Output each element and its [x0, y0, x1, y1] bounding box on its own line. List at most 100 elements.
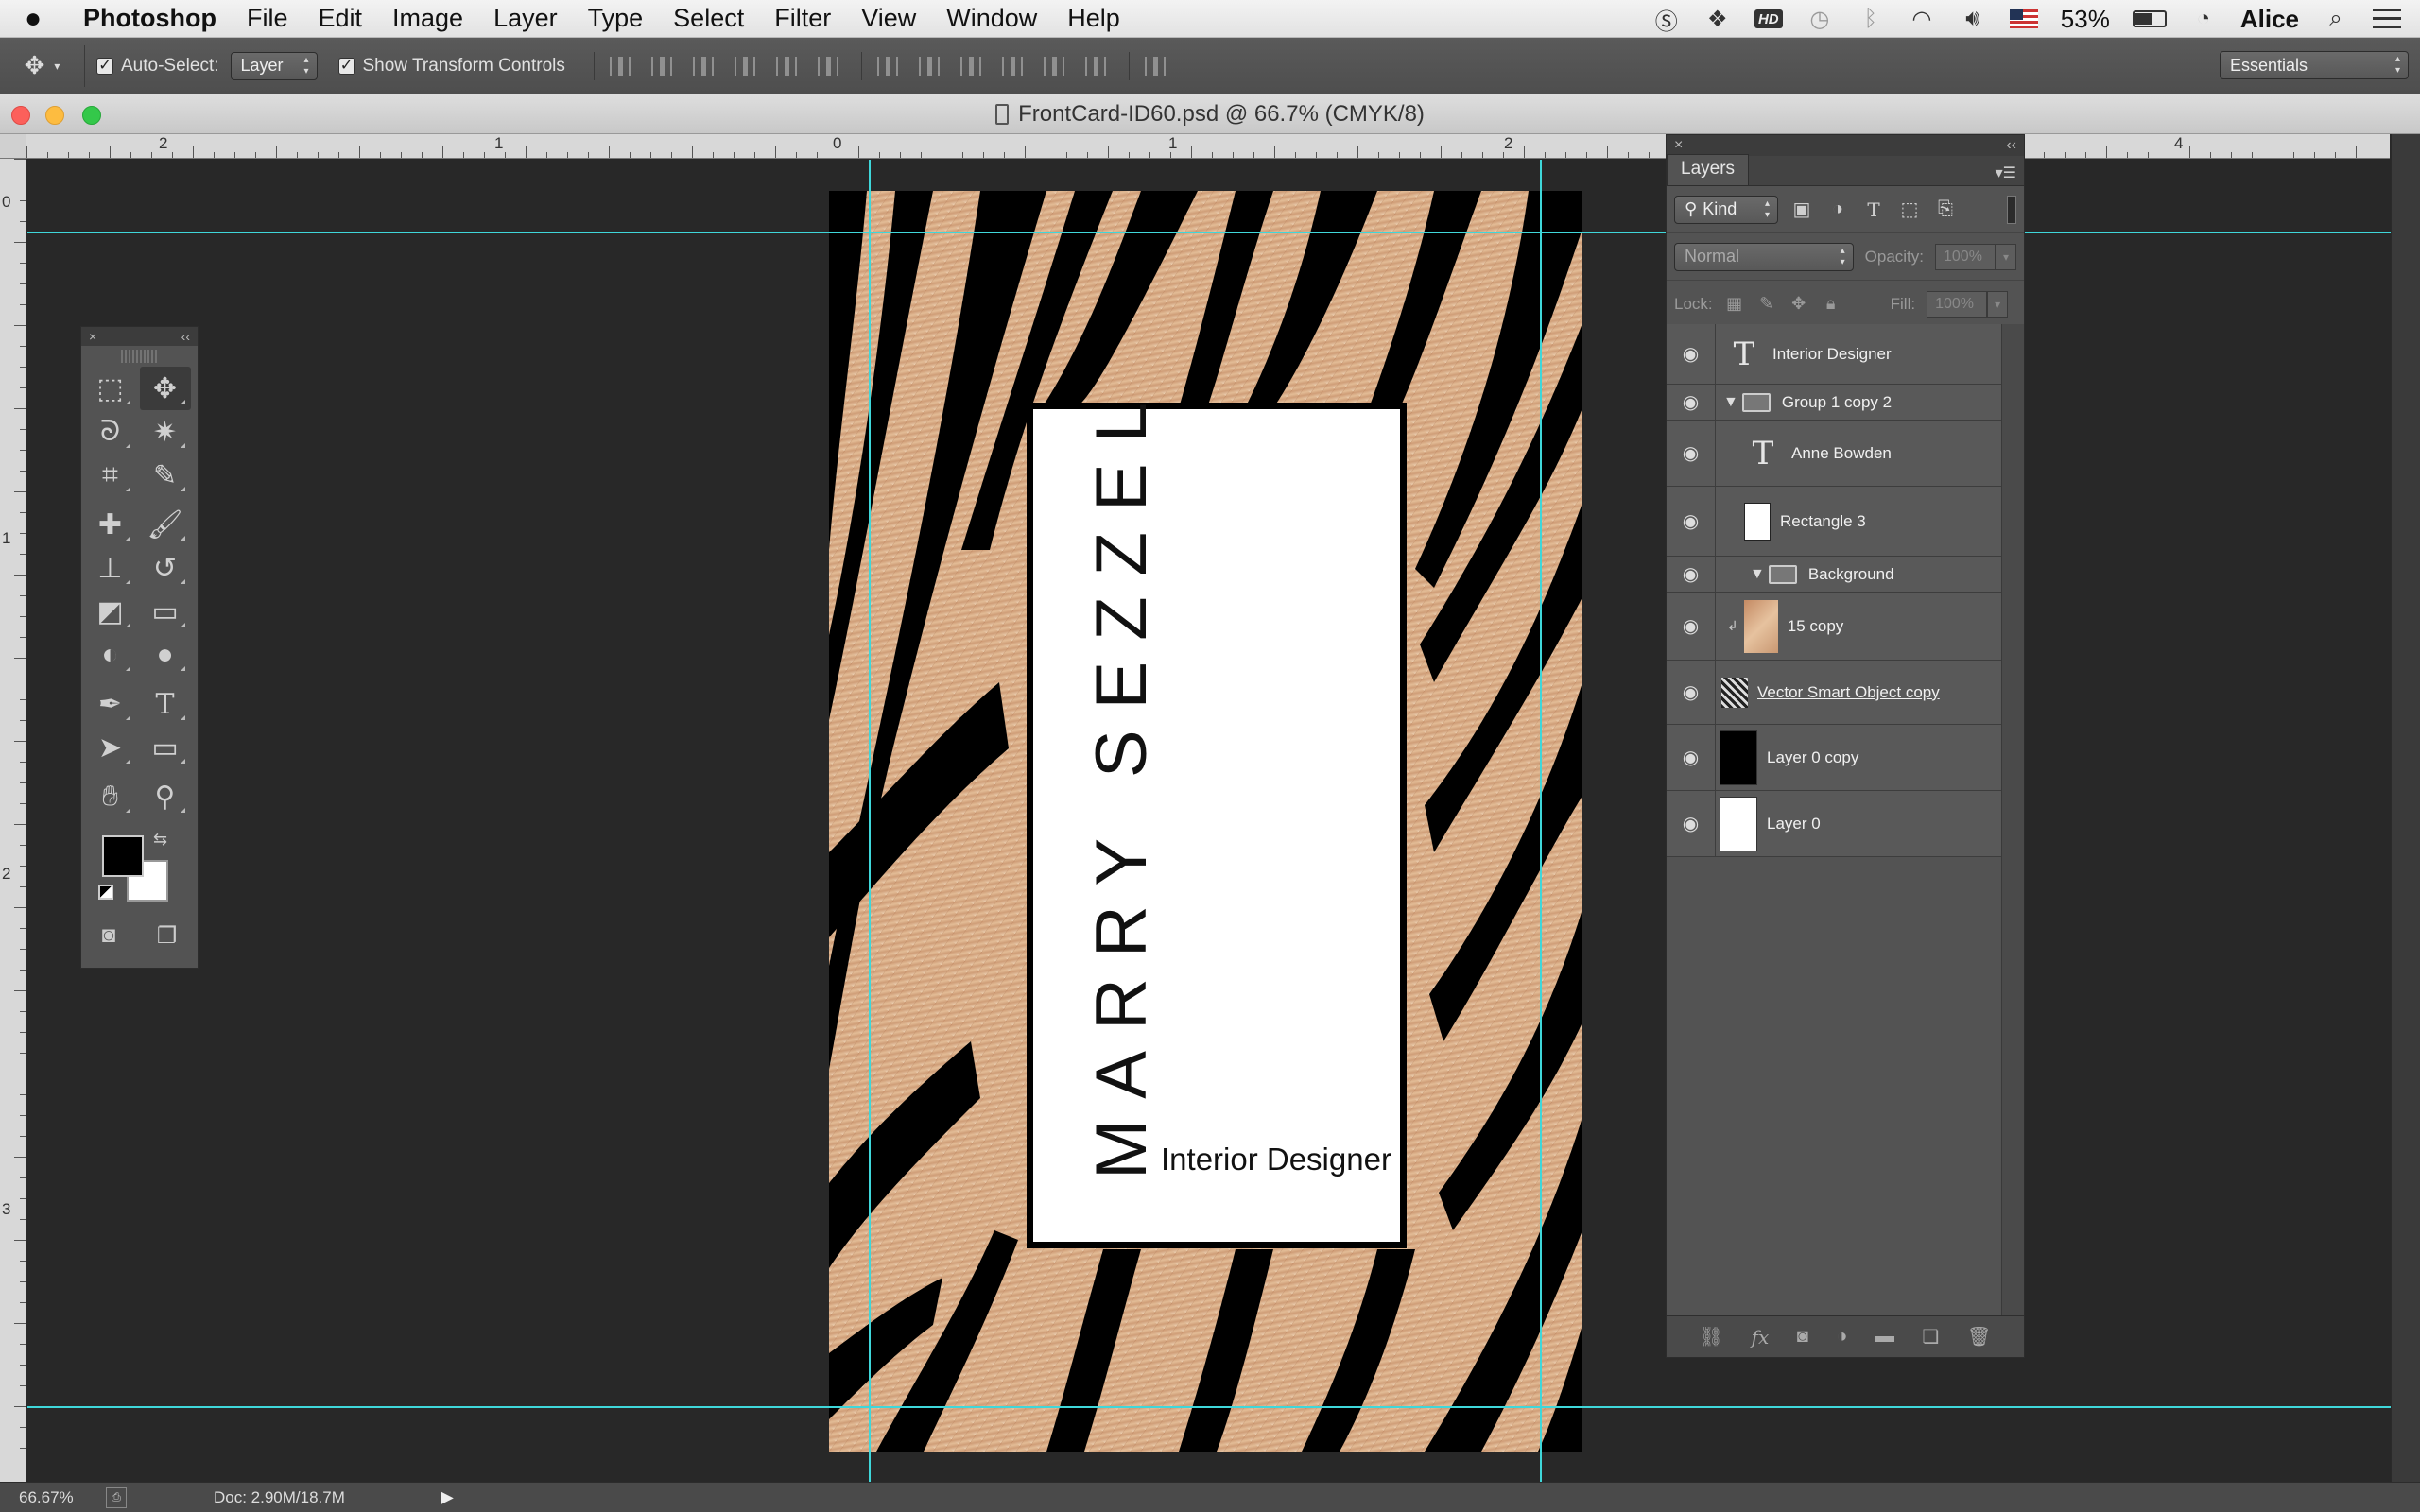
move-tool-preset-icon[interactable]: ✥ ▾ — [0, 44, 85, 87]
card-name-text[interactable]: MARRY SEZZEL — [1080, 382, 1163, 1179]
eyedropper-tool-icon[interactable]: ✎ — [140, 454, 191, 497]
new-group-icon[interactable]: ▬ — [1876, 1326, 1894, 1348]
hd-icon[interactable]: HD — [1754, 9, 1783, 28]
distribute-bottom-button[interactable] — [955, 52, 987, 80]
menu-edit[interactable]: Edit — [303, 4, 378, 33]
business-card-artboard[interactable]: MARRY SEZZEL Interior Designer — [829, 191, 1582, 1452]
layer-name[interactable]: 15 copy — [1788, 617, 1844, 636]
clone-stamp-tool-icon[interactable]: ⊥ — [85, 546, 136, 590]
add-mask-icon[interactable]: ◙ — [1797, 1326, 1808, 1348]
filter-kind-dropdown[interactable]: ⚲ Kind — [1674, 195, 1778, 224]
layer-style-fx-icon[interactable]: fx — [1752, 1326, 1770, 1349]
layer-row[interactable]: ◉ Vector Smart Object copy — [1667, 661, 2001, 725]
horizontal-guide[interactable] — [27, 1406, 2391, 1408]
layer-name[interactable]: Anne Bowden — [1791, 444, 1892, 463]
tools-panel-close-button[interactable]: × — [89, 329, 96, 344]
visibility-eye-icon[interactable]: ◉ — [1667, 725, 1716, 790]
proof-icon[interactable]: ⎙ — [106, 1486, 127, 1508]
screen-mode-icon[interactable]: ❐ — [157, 922, 178, 950]
layer-name[interactable]: Background — [1808, 565, 1894, 584]
visibility-eye-icon[interactable]: ◉ — [1667, 791, 1716, 856]
clock-icon[interactable]: ◔ — [2189, 6, 2218, 31]
dropbox-icon[interactable]: ❖ — [1703, 7, 1732, 32]
default-colors-icon[interactable] — [98, 885, 113, 900]
menu-filter[interactable]: Filter — [759, 4, 846, 33]
vertical-guide[interactable] — [1540, 160, 1542, 1483]
volume-icon[interactable]: 🔊︎ — [1959, 6, 1987, 31]
card-white-panel[interactable]: MARRY SEZZEL Interior Designer — [1028, 382, 1406, 1247]
visibility-eye-icon[interactable]: ◉ — [1667, 421, 1716, 486]
delete-layer-icon[interactable]: 🗑︎ — [1967, 1325, 1991, 1349]
visibility-eye-icon[interactable]: ◉ — [1667, 557, 1716, 592]
align-left-edges-button[interactable] — [729, 52, 761, 80]
filter-smart-object-icon[interactable]: ⎘ — [1933, 198, 1958, 222]
lock-position-icon[interactable]: ✥ — [1789, 294, 1809, 315]
battery-icon[interactable] — [2132, 10, 2167, 27]
layer-name[interactable]: Rectangle 3 — [1780, 512, 1866, 531]
battery-percent[interactable]: 53% — [2061, 5, 2110, 34]
layer-name[interactable]: Vector Smart Object copy — [1757, 683, 1940, 702]
crop-tool-icon[interactable]: ⌗ — [85, 454, 136, 497]
layer-row[interactable]: ◉ ↲ 15 copy — [1667, 593, 2001, 661]
horizontal-guide[interactable] — [27, 232, 2391, 233]
swap-colors-icon[interactable]: ⇆ — [153, 830, 167, 850]
auto-select-checkbox-row[interactable]: ✓ Auto-Select: — [96, 56, 219, 77]
visibility-eye-icon[interactable]: ◉ — [1667, 324, 1716, 384]
workspace-dropdown[interactable]: Essentials — [2220, 51, 2409, 79]
align-bottom-edges-button[interactable] — [687, 52, 719, 80]
layer-row[interactable]: ◉ Layer 0 — [1667, 791, 2001, 857]
user-name[interactable]: Alice — [2240, 5, 2299, 34]
lock-transparent-icon[interactable]: ▦ — [1724, 294, 1745, 315]
history-brush-tool-icon[interactable]: ↺ — [140, 546, 191, 590]
distribute-horizontal-centers-button[interactable] — [1038, 52, 1070, 80]
opacity-input[interactable]: 100% — [1935, 243, 1996, 270]
apple-icon[interactable]: ● — [0, 3, 66, 35]
gradient-tool-icon[interactable]: ▭ — [140, 590, 191, 633]
vertical-guide[interactable] — [869, 160, 871, 1483]
visibility-eye-icon[interactable]: ◉ — [1667, 661, 1716, 724]
auto-align-layers-button[interactable] — [1139, 52, 1171, 80]
path-selection-tool-icon[interactable]: ➤ — [85, 726, 136, 769]
hand-tool-icon[interactable]: ✋︎ — [85, 775, 136, 818]
align-vertical-centers-button[interactable] — [646, 52, 678, 80]
notification-center-icon[interactable] — [2373, 9, 2401, 29]
new-layer-icon[interactable]: ❏ — [1922, 1325, 1939, 1349]
quick-mask-icon[interactable]: ◙ — [102, 922, 116, 950]
visibility-eye-icon[interactable]: ◉ — [1667, 385, 1716, 420]
align-top-edges-button[interactable] — [604, 52, 636, 80]
layer-group-row[interactable]: ◉ ▼ Group 1 copy 2 — [1667, 385, 2001, 421]
filter-pixel-icon[interactable]: ▣ — [1789, 198, 1814, 222]
show-transform-checkbox-row[interactable]: ✓ Show Transform Controls — [337, 56, 565, 77]
status-menu-arrow-icon[interactable]: ▶ — [441, 1487, 454, 1507]
filter-type-icon[interactable]: T — [1861, 198, 1886, 222]
layer-row[interactable]: ◉ T Anne Bowden — [1667, 421, 2001, 487]
layer-name[interactable]: Layer 0 copy — [1767, 748, 1858, 767]
fill-input[interactable]: 100% — [1927, 290, 1988, 318]
menu-view[interactable]: View — [846, 4, 931, 33]
auto-select-checkbox[interactable]: ✓ — [96, 57, 113, 75]
fill-slider-button[interactable]: ▾ — [1987, 290, 2009, 318]
horizontal-ruler[interactable]: 2 1 0 1 2 4 — [26, 134, 2390, 159]
zoom-tool-icon[interactable]: ⚲ — [140, 775, 191, 818]
auto-select-dropdown[interactable]: Layer — [230, 51, 318, 80]
skype-icon[interactable]: Ⓢ — [1652, 7, 1681, 35]
layer-row[interactable]: ◉ Layer 0 copy — [1667, 725, 2001, 791]
layers-panel-close-button[interactable]: × — [1674, 137, 1683, 154]
layer-name[interactable]: Layer 0 — [1767, 815, 1821, 833]
pen-tool-icon[interactable]: ✒ — [85, 682, 136, 726]
link-layers-icon[interactable]: ⛓ — [1700, 1325, 1723, 1349]
layers-scrollbar[interactable] — [2001, 324, 2024, 1331]
dodge-tool-icon[interactable]: ● — [140, 633, 191, 677]
distribute-right-button[interactable] — [1080, 52, 1112, 80]
canvas-vertical-scrollbar[interactable] — [2391, 134, 2420, 1482]
layer-row[interactable]: ◉ Rectangle 3 — [1667, 487, 2001, 557]
blend-mode-dropdown[interactable]: Normal — [1674, 242, 1854, 271]
document-canvas[interactable]: MARRY SEZZEL Interior Designer — [27, 160, 2391, 1483]
blur-tool-icon[interactable]: ◐ — [85, 633, 136, 677]
menu-layer[interactable]: Layer — [478, 4, 573, 33]
eraser-tool-icon[interactable]: ◩ — [85, 590, 136, 633]
app-menu[interactable]: Photoshop — [66, 4, 232, 33]
filter-toggle[interactable] — [2007, 195, 2016, 224]
distribute-left-button[interactable] — [996, 52, 1028, 80]
layer-name[interactable]: Group 1 copy 2 — [1782, 393, 1892, 412]
